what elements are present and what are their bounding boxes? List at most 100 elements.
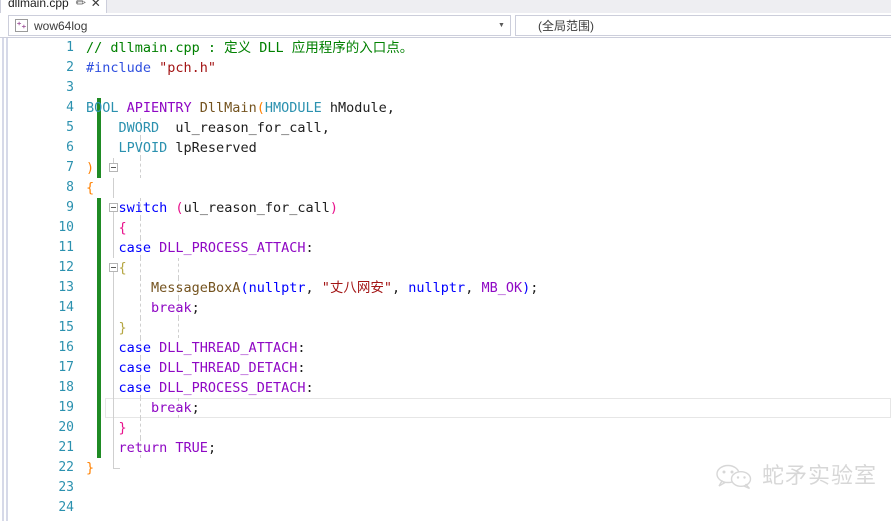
editor-left-edge-bar-inner: [6, 38, 8, 521]
code-line[interactable]: 9 switch (ul_reason_for_call): [10, 198, 891, 218]
code-text[interactable]: }: [86, 418, 127, 438]
code-token: case: [118, 240, 160, 256]
code-text[interactable]: #include "pch.h": [86, 58, 216, 78]
code-text[interactable]: ): [86, 158, 94, 178]
code-line[interactable]: 7): [10, 158, 891, 178]
code-text[interactable]: }: [86, 318, 127, 338]
code-line[interactable]: 2 #include "pch.h": [10, 58, 891, 78]
code-line[interactable]: 18 case DLL_PROCESS_DETACH:: [10, 378, 891, 398]
line-number: 11: [58, 240, 74, 255]
editor-tab-label: dllmain.cpp: [8, 0, 69, 10]
code-line[interactable]: 4 BOOL APIENTRY DllMain(HMODULE hModule,: [10, 98, 891, 118]
code-line[interactable]: 21 return TRUE;: [10, 438, 891, 458]
code-line[interactable]: 16 case DLL_THREAD_ATTACH:: [10, 338, 891, 358]
member-scope-dropdown[interactable]: (全局范围): [515, 15, 891, 36]
code-line[interactable]: 1 // dllmain.cpp : 定义 DLL 应用程序的入口点。: [10, 38, 891, 58]
line-number: 17: [58, 360, 74, 375]
code-text[interactable]: {: [86, 218, 127, 238]
code-token: ): [86, 160, 95, 176]
line-number: 8: [66, 180, 74, 195]
code-text[interactable]: break;: [86, 298, 200, 318]
line-number: 12: [58, 260, 74, 275]
code-text[interactable]: break;: [86, 398, 200, 418]
code-line[interactable]: 15 }: [10, 318, 891, 338]
code-text[interactable]: }: [86, 458, 94, 478]
code-text[interactable]: case DLL_THREAD_DETACH:: [86, 358, 306, 378]
code-token: ,: [465, 280, 482, 296]
code-text[interactable]: MessageBoxA(nullptr, "丈八网安", nullptr, MB…: [86, 278, 538, 298]
code-token: (: [240, 280, 249, 296]
code-text[interactable]: BOOL APIENTRY DllMain(HMODULE hModule,: [86, 98, 395, 118]
code-line[interactable]: 17 case DLL_THREAD_DETACH:: [10, 358, 891, 378]
editor-tab-dllmain-cpp[interactable]: dllmain.cpp ✐ ✕: [0, 0, 107, 13]
line-number: 19: [58, 400, 74, 415]
code-text[interactable]: case DLL_THREAD_ATTACH:: [86, 338, 306, 358]
project-scope-dropdown[interactable]: ⁺₊ wow64log ▼: [8, 15, 511, 36]
code-line[interactable]: 12 {: [10, 258, 891, 278]
line-number: 13: [58, 280, 74, 295]
indent-guide: [140, 258, 141, 278]
line-number: 21: [58, 440, 74, 455]
cpp-project-icon: ⁺₊: [15, 19, 28, 32]
close-icon[interactable]: ✕: [91, 0, 101, 9]
code-text[interactable]: {: [86, 258, 127, 278]
code-text[interactable]: switch (ul_reason_for_call): [86, 198, 339, 218]
code-text[interactable]: LPVOID lpReserved: [86, 138, 257, 158]
code-token: return: [118, 440, 176, 456]
line-number: 5: [66, 120, 74, 135]
code-token: break: [151, 300, 192, 316]
code-line[interactable]: 10 {: [10, 218, 891, 238]
code-token: hModule: [329, 100, 387, 116]
indent-guide: [140, 158, 141, 178]
project-scope-value: wow64log: [34, 18, 88, 33]
line-number: 7: [66, 160, 74, 175]
code-line[interactable]: 3: [10, 78, 891, 98]
collapse-region-toggle[interactable]: [109, 163, 118, 172]
code-text[interactable]: // dllmain.cpp : 定义 DLL 应用程序的入口点。: [86, 38, 413, 58]
code-editor-pane[interactable]: 1 // dllmain.cpp : 定义 DLL 应用程序的入口点。 2 #incl…: [0, 38, 891, 521]
pin-icon[interactable]: ✐: [71, 0, 88, 12]
code-text[interactable]: return TRUE;: [86, 438, 217, 458]
code-lines-container[interactable]: 1 // dllmain.cpp : 定义 DLL 应用程序的入口点。 2 #incl…: [10, 38, 891, 521]
code-token: MessageBoxA: [151, 280, 241, 296]
code-token: break: [151, 400, 192, 416]
code-token: TRUE: [175, 440, 208, 456]
code-line[interactable]: 6 LPVOID lpReserved: [10, 138, 891, 158]
code-line[interactable]: 8{: [10, 178, 891, 198]
code-line[interactable]: 5 DWORD ul_reason_for_call,: [10, 118, 891, 138]
navigation-bar: ⁺₊ wow64log ▼ (全局范围): [0, 13, 891, 38]
code-line[interactable]: 19 break;: [10, 398, 891, 418]
code-line[interactable]: 13 MessageBoxA(nullptr, "丈八网安", nullptr,…: [10, 278, 891, 298]
code-token: ;: [207, 440, 217, 456]
code-token: APIENTRY: [126, 100, 200, 116]
line-number: 15: [58, 320, 74, 335]
code-token: {: [86, 180, 95, 196]
code-text[interactable]: case DLL_PROCESS_DETACH:: [86, 378, 314, 398]
line-number: 6: [66, 140, 74, 155]
code-line[interactable]: 14 break;: [10, 298, 891, 318]
chevron-down-icon[interactable]: ▼: [493, 22, 510, 29]
code-text[interactable]: DWORD ul_reason_for_call,: [86, 118, 330, 138]
code-line[interactable]: 22}: [10, 458, 891, 478]
code-text[interactable]: {: [86, 178, 94, 198]
code-line[interactable]: 11 case DLL_PROCESS_ATTACH:: [10, 238, 891, 258]
project-scope-content: ⁺₊ wow64log: [9, 19, 493, 33]
code-line[interactable]: 23: [10, 478, 891, 498]
code-token: HMODULE: [264, 100, 330, 116]
line-number: 14: [58, 300, 74, 315]
code-token: (: [175, 200, 184, 216]
fold-guide-line: [113, 178, 114, 198]
indent-guide: [140, 218, 141, 238]
code-text[interactable]: case DLL_PROCESS_ATTACH:: [86, 238, 314, 258]
code-token: case: [118, 360, 160, 376]
code-token: LPVOID: [118, 140, 176, 156]
code-line[interactable]: 24: [10, 498, 891, 518]
code-line[interactable]: 20 }: [10, 418, 891, 438]
indent-guide: [178, 318, 179, 338]
